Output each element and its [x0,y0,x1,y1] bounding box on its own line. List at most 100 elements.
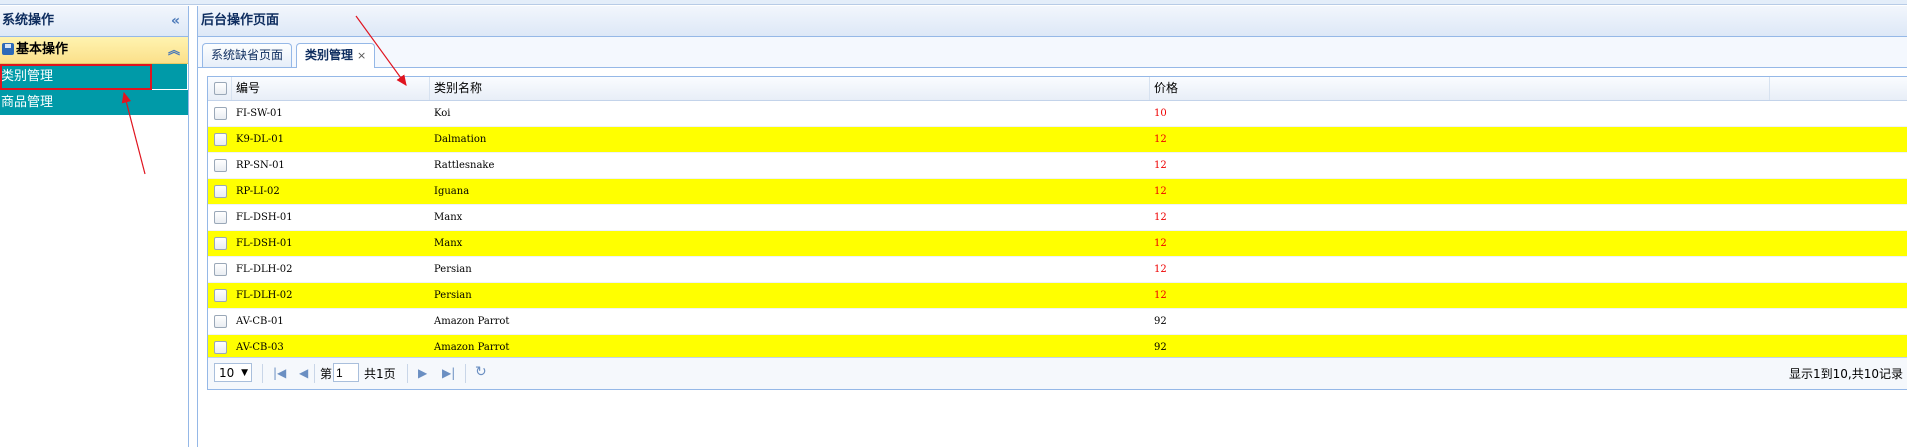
prev-page-icon[interactable]: ◀ [299,366,308,380]
next-page-icon[interactable]: ▶ [418,366,427,380]
cell-price: 92 [1154,316,1167,327]
cell-id: FL-DSH-01 [236,238,293,249]
table-row[interactable]: AV-CB-01 Amazon Parrot 92 [208,309,1907,335]
cell-name: Manx [434,238,463,249]
grid-body: FI-SW-01 Koi 10 K9-DL-01 Dalmation 12 RP-SN-01… [208,101,1907,361]
cell-price: 12 [1154,186,1167,197]
page-size-select[interactable]: 10 ▼ [214,363,252,382]
table-row[interactable]: RP-LI-02 Iguana 12 [208,179,1907,205]
sidebar-item-label: 商品管理 [1,95,54,110]
column-header-name[interactable]: 类别名称 [430,77,1150,100]
row-checkbox[interactable] [214,263,227,276]
page-size-value: 10 [219,366,235,380]
row-checkbox[interactable] [214,341,227,354]
row-checkbox-cell [208,257,232,282]
row-checkbox-cell [208,153,232,178]
table-row[interactable]: FI-SW-01 Koi 10 [208,101,1907,127]
cell-price: 12 [1154,264,1167,275]
cell-name: Manx [434,212,463,223]
select-all-cell [208,77,232,100]
west-panel-header: 系统操作 « [0,6,188,37]
row-checkbox-cell [208,309,232,334]
separator [262,364,263,383]
table-row[interactable]: FL-DSH-01 Manx 12 [208,231,1907,257]
table-row[interactable]: FL-DLH-02 Persian 12 [208,283,1907,309]
row-checkbox[interactable] [214,237,227,250]
page-prefix: 第 [320,367,333,381]
cell-name: Iguana [434,186,470,197]
row-checkbox-cell [208,205,232,230]
cell-name: Persian [434,264,472,275]
collapse-up-icon[interactable]: ︽ [168,37,180,63]
tab-category-management[interactable]: 类别管理 × [296,43,376,68]
last-page-icon[interactable]: ▶| [442,366,455,380]
center-panel-title: 后台操作页面 [201,13,280,28]
row-checkbox-cell [208,231,232,256]
first-page-icon[interactable]: |◀ [273,366,286,380]
cell-price: 12 [1154,290,1167,301]
row-checkbox[interactable] [214,315,227,328]
sidebar-item-product[interactable]: 商品管理 [0,90,188,116]
cell-price: 12 [1154,238,1167,249]
page-total: 共1页 [364,367,396,381]
separator [407,364,408,383]
center-panel: 后台操作页面 系统缺省页面 类别管理 × 编号 类别名称 价格 FI-SW-01 K… [197,6,1907,447]
cell-name: Koi [434,108,451,119]
center-panel-header: 后台操作页面 [198,6,1907,37]
table-row[interactable]: FL-DLH-02 Persian 12 [208,257,1907,283]
cell-id: FL-DLH-02 [236,290,293,301]
cell-name: Dalmation [434,134,487,145]
separator [465,364,466,383]
cell-id: RP-SN-01 [236,160,285,171]
table-row[interactable]: K9-DL-01 Dalmation 12 [208,127,1907,153]
row-checkbox[interactable] [214,107,227,120]
table-row[interactable]: FL-DSH-01 Manx 12 [208,205,1907,231]
tab-label: 系统缺省页面 [211,48,284,62]
cell-id: AV-CB-01 [236,316,284,327]
row-checkbox-cell [208,179,232,204]
separator [314,364,315,383]
page-number-input[interactable] [333,363,359,382]
cell-name: Persian [434,290,472,301]
cell-name: Amazon Parrot [434,316,510,327]
select-all-checkbox[interactable] [214,82,227,95]
sidebar-item-label: 类别管理 [1,69,54,84]
cell-price: 12 [1154,160,1167,171]
column-header-price[interactable]: 价格 [1150,77,1770,100]
row-checkbox[interactable] [214,211,227,224]
grid-header: 编号 类别名称 价格 [208,77,1907,101]
tab-default-page[interactable]: 系统缺省页面 [202,43,293,67]
refresh-icon[interactable]: ↻ [475,364,487,380]
close-icon[interactable]: × [357,49,366,62]
row-checkbox[interactable] [214,289,227,302]
table-row[interactable]: RP-SN-01 Rattlesnake 12 [208,153,1907,179]
accordion-title: 基本操作 [16,42,69,57]
accordion-header[interactable]: 基本操作 ︽ [0,37,188,64]
west-panel: 系统操作 « 基本操作 ︽ 类别管理 商品管理 [0,6,189,447]
dropdown-arrow-icon: ▼ [241,368,248,378]
cell-id: FL-DLH-02 [236,264,293,275]
row-checkbox[interactable] [214,133,227,146]
cell-id: FI-SW-01 [236,108,283,119]
tab-label: 类别管理 [305,48,354,62]
page-info: 显示1到10,共10记录 [1789,367,1903,381]
top-border [0,0,1907,5]
cell-name: Rattlesnake [434,160,495,171]
row-checkbox[interactable] [214,185,227,198]
row-checkbox-cell [208,101,232,126]
cell-id: K9-DL-01 [236,134,284,145]
collapse-left-icon[interactable]: « [171,6,180,36]
row-checkbox-cell [208,127,232,152]
row-checkbox-cell [208,283,232,308]
pagination-bar: 10 ▼ |◀ ◀ 第 共1页 ▶ ▶| ↻ 显示1到10,共10记录 [208,357,1907,389]
sidebar-item-category[interactable]: 类别管理 [0,64,187,90]
cell-id: FL-DSH-01 [236,212,293,223]
cell-price: 10 [1154,108,1167,119]
cell-price: 12 [1154,134,1167,145]
row-checkbox[interactable] [214,159,227,172]
tab-bar: 系统缺省页面 类别管理 × [198,37,1907,68]
cell-id: RP-LI-02 [236,186,280,197]
category-datagrid: 编号 类别名称 价格 FI-SW-01 Koi 10 K9-DL-01 Dalmatio… [207,76,1907,390]
cell-price: 12 [1154,212,1167,223]
column-header-id[interactable]: 编号 [232,77,430,100]
